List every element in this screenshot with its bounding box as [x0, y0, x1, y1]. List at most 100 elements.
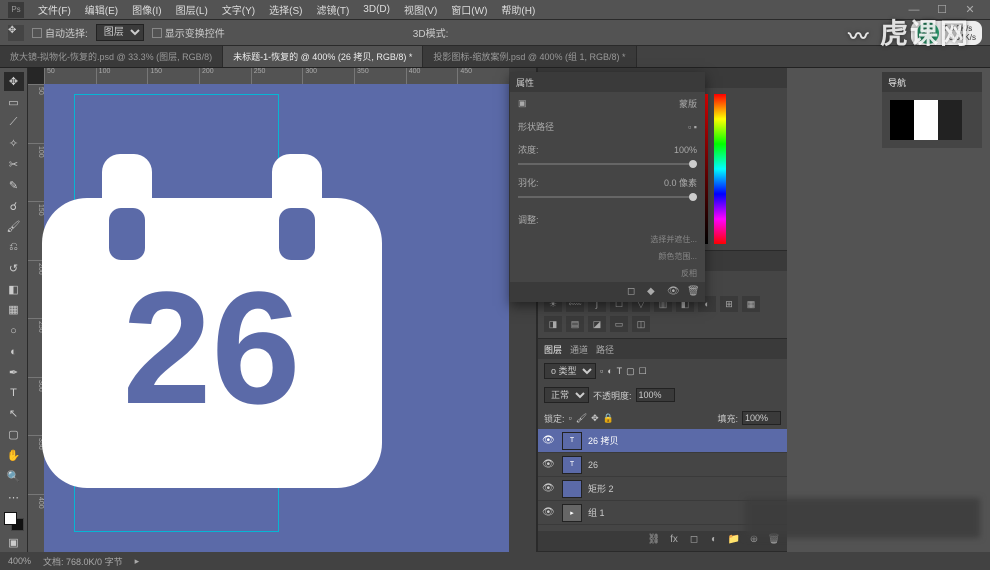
new-group-icon[interactable]: 📁	[727, 534, 741, 548]
filter-smart-icon[interactable]: ☐	[639, 366, 647, 377]
doc-tab-2[interactable]: 未标题-1-恢复的 @ 400% (26 拷贝, RGB/8) *	[223, 46, 423, 67]
zoom-tool[interactable]: 🔍	[4, 467, 24, 486]
vector-mask-icon[interactable]: ▪	[694, 122, 697, 132]
marquee-tool[interactable]: ▭	[4, 93, 24, 112]
color-swatch[interactable]	[4, 512, 24, 531]
eyedropper-tool[interactable]: ✎	[4, 176, 24, 195]
visibility-icon[interactable]: 👁	[542, 459, 556, 470]
canvas[interactable]: 26	[44, 84, 509, 552]
crop-tool[interactable]: ✂	[4, 155, 24, 174]
auto-select-target[interactable]: 图层	[96, 24, 144, 41]
visibility-icon[interactable]: 👁	[542, 483, 556, 494]
density-slider[interactable]	[518, 163, 697, 165]
pixel-mask-icon[interactable]: ▫	[688, 122, 691, 132]
move-tool[interactable]: ✥	[4, 72, 24, 91]
feather-value[interactable]: 0.0 像素	[664, 176, 697, 189]
filter-shape-icon[interactable]: ▢	[626, 366, 635, 377]
menu-3d[interactable]: 3D(D)	[357, 2, 396, 17]
disable-mask-icon[interactable]: 👁	[667, 286, 679, 298]
foreground-color[interactable]	[4, 512, 17, 525]
fill-input[interactable]	[742, 411, 781, 425]
add-mask-icon[interactable]: ◻	[687, 534, 701, 548]
filter-pixel-icon[interactable]: ▫	[600, 366, 603, 376]
quick-mask-tool[interactable]: ▣	[4, 533, 24, 552]
menu-select[interactable]: 选择(S)	[263, 0, 308, 19]
invert-icon[interactable]: ◨	[544, 316, 562, 332]
link-layers-icon[interactable]: ⛓	[647, 534, 661, 548]
layer-row[interactable]: 👁 T 26	[538, 453, 787, 477]
lock-position-icon[interactable]: ✥	[591, 413, 599, 424]
select-mask-btn[interactable]: 选择并遮住...	[510, 231, 705, 248]
maximize-icon[interactable]: ☐	[930, 3, 954, 17]
menu-window[interactable]: 窗口(W)	[445, 0, 493, 19]
nav-tab[interactable]: 导航	[888, 76, 906, 89]
shape-tool[interactable]: ▢	[4, 425, 24, 444]
close-icon[interactable]: ✕	[958, 3, 982, 17]
blur-tool[interactable]: ○	[4, 321, 24, 340]
load-selection-icon[interactable]: ◻	[627, 286, 639, 298]
doc-tab-3[interactable]: 投影图标-缩放案例.psd @ 400% (组 1, RGB/8) *	[423, 46, 636, 67]
menu-view[interactable]: 视图(V)	[398, 0, 443, 19]
layers-tab[interactable]: 图层	[544, 343, 562, 356]
menu-file[interactable]: 文件(F)	[32, 0, 77, 19]
properties-tab[interactable]: 属性	[516, 76, 534, 89]
lock-pixels-icon[interactable]: 🖌	[576, 413, 587, 424]
lock-transparent-icon[interactable]: ▫	[569, 413, 572, 423]
layer-thumb: T	[562, 432, 582, 450]
delete-mask-icon[interactable]: 🗑	[687, 286, 699, 298]
menu-help[interactable]: 帮助(H)	[495, 0, 541, 19]
filter-type-icon[interactable]: T	[617, 366, 623, 376]
lasso-tool[interactable]: ⟋	[4, 114, 24, 133]
navigator-thumb[interactable]	[882, 92, 982, 148]
invert-btn[interactable]: 反相	[510, 265, 705, 282]
blend-mode[interactable]: 正常	[544, 387, 589, 403]
menu-layer[interactable]: 图层(L)	[170, 0, 214, 19]
auto-select-checkbox[interactable]: 自动选择:	[32, 25, 88, 40]
properties-panel[interactable]: 属性 ▣蒙版 形状路径 ▫ ▪ 浓度: 100% 羽化: 0.0 像素 调整: …	[510, 72, 705, 302]
show-transform-checkbox[interactable]: 显示变换控件	[152, 25, 225, 40]
dodge-tool[interactable]: ◐	[4, 342, 24, 361]
brush-tool[interactable]: 🖌	[4, 217, 24, 236]
layer-style-icon[interactable]: fx	[667, 534, 681, 548]
menu-edit[interactable]: 编辑(E)	[79, 0, 124, 19]
paths-tab[interactable]: 路径	[596, 343, 614, 356]
gradient-tool[interactable]: ▦	[4, 301, 24, 320]
threshold-icon[interactable]: ◪	[588, 316, 606, 332]
eraser-tool[interactable]: ◧	[4, 280, 24, 299]
type-tool[interactable]: T	[4, 384, 24, 403]
zoom-level[interactable]: 400%	[8, 556, 31, 566]
lookup-icon[interactable]: ▦	[742, 296, 760, 312]
healing-brush-tool[interactable]: ☌	[4, 197, 24, 216]
feather-slider[interactable]	[518, 196, 697, 198]
hue-slider[interactable]	[714, 94, 726, 244]
new-adjust-icon[interactable]: ◐	[707, 534, 721, 548]
pen-tool[interactable]: ✒	[4, 363, 24, 382]
minimize-icon[interactable]: —	[902, 3, 926, 17]
posterize-icon[interactable]: ▤	[566, 316, 584, 332]
clone-stamp-tool[interactable]: ⎌	[4, 238, 24, 257]
edit-toolbar[interactable]: ⋯	[4, 488, 24, 507]
color-range-btn[interactable]: 颜色范围...	[510, 248, 705, 265]
density-value[interactable]: 100%	[674, 145, 697, 155]
layer-row[interactable]: 👁 T 26 拷贝	[538, 429, 787, 453]
visibility-icon[interactable]: 👁	[542, 507, 556, 518]
menu-image[interactable]: 图像(I)	[126, 0, 167, 19]
channels-tab[interactable]: 通道	[570, 343, 588, 356]
layer-filter[interactable]: o 类型	[544, 363, 596, 379]
gradient-map-icon[interactable]: ▭	[610, 316, 628, 332]
hand-tool[interactable]: ✋	[4, 446, 24, 465]
menu-filter[interactable]: 滤镜(T)	[311, 0, 356, 19]
filter-adjust-icon[interactable]: ◐	[607, 366, 612, 376]
path-select-tool[interactable]: ↖	[4, 405, 24, 424]
opacity-input[interactable]	[636, 388, 675, 402]
visibility-icon[interactable]: 👁	[542, 435, 556, 446]
menu-type[interactable]: 文字(Y)	[216, 0, 261, 19]
apply-mask-icon[interactable]: ◆	[647, 286, 659, 298]
channel-mixer-icon[interactable]: ⊞	[720, 296, 738, 312]
history-brush-tool[interactable]: ↺	[4, 259, 24, 278]
selective-color-icon[interactable]: ◫	[632, 316, 650, 332]
lock-all-icon[interactable]: 🔒	[603, 413, 614, 424]
status-chevron-icon[interactable]: ▸	[135, 556, 140, 567]
magic-wand-tool[interactable]: ✧	[4, 134, 24, 153]
doc-tab-1[interactable]: 放大镜-拟物化-恢复的.psd @ 33.3% (图层, RGB/8)	[0, 46, 223, 67]
